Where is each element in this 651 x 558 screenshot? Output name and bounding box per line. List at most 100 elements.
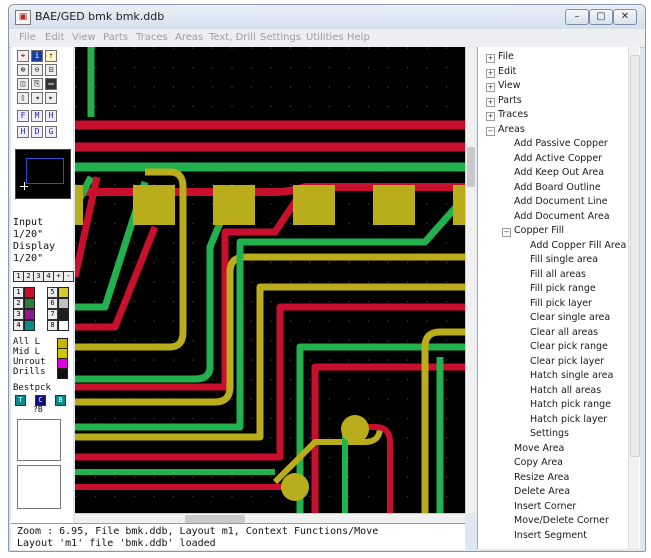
menu-edit[interactable]: Edit bbox=[45, 32, 64, 43]
tree-item-resize-area[interactable]: Resize Area bbox=[514, 472, 569, 483]
tree-item-move-delete-corner[interactable]: Move/Delete Corner bbox=[514, 515, 609, 526]
tree-item-clear-all-areas[interactable]: Clear all areas bbox=[530, 327, 598, 338]
tree-item-add-active-copper[interactable]: Add Active Copper bbox=[514, 153, 602, 164]
layer-number-left[interactable]: 1 bbox=[13, 287, 24, 298]
expand-icon[interactable]: + bbox=[486, 83, 495, 92]
page-button[interactable]: ▯ bbox=[17, 92, 29, 104]
pointer-tool-button[interactable]: ⌖ bbox=[17, 50, 29, 62]
layer-number-right[interactable]: 5 bbox=[47, 287, 58, 298]
collapse-icon[interactable]: − bbox=[502, 228, 511, 237]
tree-item-move-area[interactable]: Move Area bbox=[514, 443, 564, 454]
layer-minus-button[interactable]: - bbox=[63, 271, 74, 282]
tree-item-areas[interactable]: Areas bbox=[498, 124, 525, 135]
d-button[interactable]: D bbox=[31, 126, 43, 138]
vertical-scroll-thumb[interactable] bbox=[467, 147, 475, 187]
tree-item-add-keep-out-area[interactable]: Add Keep Out Area bbox=[514, 167, 604, 178]
h2-button[interactable]: H bbox=[17, 126, 29, 138]
layer-color-swatch[interactable] bbox=[58, 298, 69, 309]
tree-item-copy-area[interactable]: Copy Area bbox=[514, 457, 563, 468]
tree-item-traces[interactable]: Traces bbox=[498, 109, 528, 120]
up-tool-button[interactable]: ⇡ bbox=[45, 50, 57, 62]
maximize-button[interactable]: ▢ bbox=[589, 9, 613, 25]
tree-item-hatch-single-area[interactable]: Hatch single area bbox=[530, 370, 613, 381]
zoom-out-button[interactable]: ⊖ bbox=[31, 64, 43, 76]
tree-item-fill-pick-layer[interactable]: Fill pick layer bbox=[530, 298, 592, 309]
tree-item-fill-pick-range[interactable]: Fill pick range bbox=[530, 283, 596, 294]
layer-number-left[interactable]: 2 bbox=[13, 298, 24, 309]
tree-item-copper-fill[interactable]: Copper Fill bbox=[514, 225, 564, 236]
layer-number-left[interactable]: 4 bbox=[13, 320, 24, 331]
tree-item-add-copper-fill-area[interactable]: Add Copper Fill Area bbox=[530, 240, 626, 251]
undo-button[interactable]: ◂ bbox=[31, 92, 43, 104]
tree-item-insert-corner[interactable]: Insert Corner bbox=[514, 501, 576, 512]
collapse-icon[interactable]: − bbox=[486, 126, 495, 136]
layer-color-swatch[interactable] bbox=[24, 287, 35, 298]
tree-scroll-thumb[interactable] bbox=[630, 55, 640, 457]
layout-canvas[interactable] bbox=[61, 47, 473, 523]
tree-item-edit[interactable]: Edit bbox=[498, 66, 516, 77]
menu-areas[interactable]: Areas bbox=[175, 32, 203, 43]
close-button[interactable]: ✕ bbox=[613, 9, 637, 25]
menu-text-drill[interactable]: Text, Drill bbox=[209, 32, 256, 43]
tree-item-clear-pick-layer[interactable]: Clear pick layer bbox=[530, 356, 604, 367]
tree-item-delete-area[interactable]: Delete Area bbox=[514, 486, 570, 497]
tree-item-add-board-outline[interactable]: Add Board Outline bbox=[514, 182, 601, 193]
layer-color-swatch[interactable] bbox=[58, 287, 69, 298]
tree-item-add-passive-copper[interactable]: Add Passive Copper bbox=[514, 138, 608, 149]
bestpack-t-button[interactable]: T bbox=[15, 395, 26, 406]
menu-help[interactable]: Help bbox=[347, 32, 370, 43]
save-button[interactable]: ▭ bbox=[45, 78, 57, 90]
tree-scrollbar[interactable] bbox=[628, 47, 640, 549]
special-layer-swatch[interactable] bbox=[57, 368, 68, 379]
layer-color-swatch[interactable] bbox=[24, 298, 35, 309]
f-button[interactable]: F bbox=[17, 110, 29, 122]
expand-icon[interactable]: + bbox=[486, 112, 495, 121]
menu-view[interactable]: View bbox=[72, 32, 96, 43]
info-tool-button[interactable]: i bbox=[31, 50, 43, 62]
layer-number-left[interactable]: 3 bbox=[13, 309, 24, 320]
layer-number-right[interactable]: 6 bbox=[47, 298, 58, 309]
layer-number-right[interactable]: 7 bbox=[47, 309, 58, 320]
tree-item-settings[interactable]: Settings bbox=[530, 428, 569, 439]
layer-color-swatch[interactable] bbox=[24, 320, 35, 331]
tree-item-view[interactable]: View bbox=[498, 80, 521, 91]
tree-item-fill-single-area[interactable]: Fill single area bbox=[530, 254, 598, 265]
layer-number-right[interactable]: 8 bbox=[47, 320, 58, 331]
tree-item-file[interactable]: File bbox=[498, 51, 514, 62]
layer-color-swatch[interactable] bbox=[58, 320, 69, 331]
layer-color-swatch[interactable] bbox=[24, 309, 35, 320]
input-grid-value[interactable]: 1/20" bbox=[13, 229, 43, 240]
horizontal-scroll-thumb[interactable] bbox=[185, 515, 245, 523]
h-button[interactable]: H bbox=[45, 110, 57, 122]
menu-settings[interactable]: Settings bbox=[260, 32, 301, 43]
g-button[interactable]: G bbox=[45, 126, 57, 138]
new-file-button[interactable]: ◫ bbox=[17, 78, 29, 90]
overview-preview[interactable] bbox=[15, 149, 71, 199]
tree-item-clear-single-area[interactable]: Clear single area bbox=[530, 312, 610, 323]
menu-traces[interactable]: Traces bbox=[136, 32, 168, 43]
redo-button[interactable]: ▸ bbox=[45, 92, 57, 104]
display-grid-value[interactable]: 1/20" bbox=[13, 253, 43, 264]
tree-item-add-document-line[interactable]: Add Document Line bbox=[514, 196, 607, 207]
m-button[interactable]: M bbox=[31, 110, 43, 122]
tree-item-parts[interactable]: Parts bbox=[498, 95, 522, 106]
tree-item-hatch-pick-range[interactable]: Hatch pick range bbox=[530, 399, 611, 410]
tree-item-add-document-area[interactable]: Add Document Area bbox=[514, 211, 610, 222]
menu-utilities[interactable]: Utilities bbox=[306, 32, 344, 43]
menu-parts[interactable]: Parts bbox=[103, 32, 128, 43]
bestpack-b-button[interactable]: B bbox=[55, 395, 66, 406]
zoom-fit-button[interactable]: ⊡ bbox=[45, 64, 57, 76]
tree-item-hatch-all-areas[interactable]: Hatch all areas bbox=[530, 385, 601, 396]
layer-color-swatch[interactable] bbox=[58, 309, 69, 320]
copy-button[interactable]: ⎘ bbox=[31, 78, 43, 90]
minimize-button[interactable]: – bbox=[565, 9, 589, 25]
menu-file[interactable]: File bbox=[19, 32, 36, 43]
tree-item-fill-all-areas[interactable]: Fill all areas bbox=[530, 269, 586, 280]
tree-item-hatch-pick-layer[interactable]: Hatch pick layer bbox=[530, 414, 607, 425]
tree-item-clear-pick-range[interactable]: Clear pick range bbox=[530, 341, 608, 352]
zoom-in-button[interactable]: ⊕ bbox=[17, 64, 29, 76]
expand-icon[interactable]: + bbox=[486, 97, 495, 107]
expand-icon[interactable]: + bbox=[486, 54, 495, 63]
tree-item-insert-segment[interactable]: Insert Segment bbox=[514, 530, 587, 541]
canvas-vertical-scrollbar[interactable] bbox=[465, 47, 476, 513]
